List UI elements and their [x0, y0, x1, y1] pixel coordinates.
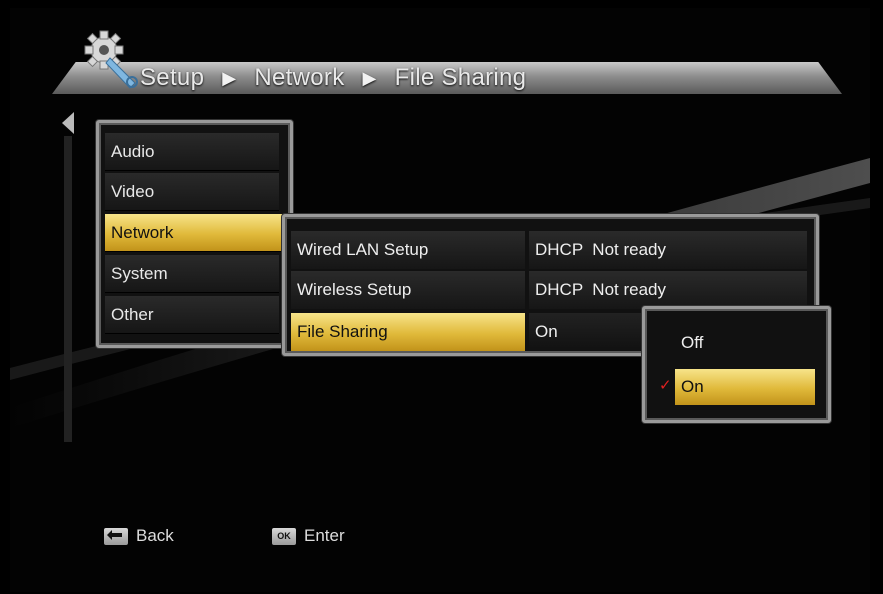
- breadcrumb-network: Network: [254, 64, 345, 91]
- wireless-setup-label: Wireless Setup: [291, 271, 525, 309]
- play-triangle-icon: ▶: [222, 67, 237, 88]
- wired-lan-setup-value: DHCP Not ready: [529, 231, 807, 269]
- menu-item-other[interactable]: Other: [105, 296, 279, 334]
- wireless-setup-value: DHCP Not ready: [529, 271, 807, 309]
- menu-item-network[interactable]: Network: [105, 214, 283, 252]
- back-hint[interactable]: Back: [104, 525, 174, 547]
- menu-item-audio[interactable]: Audio: [105, 133, 279, 171]
- breadcrumb-file-sharing: File Sharing: [394, 64, 527, 91]
- setup-gear-icon: [84, 30, 138, 89]
- submenu-row-wired-lan[interactable]: Wired LAN Setup DHCP Not ready: [291, 231, 807, 269]
- file-sharing-option-popup: Off ✓ On: [642, 306, 831, 423]
- scroll-up-indicator: [62, 112, 74, 442]
- submenu-row-wireless[interactable]: Wireless Setup DHCP Not ready: [291, 271, 807, 309]
- checkmark-icon: ✓: [659, 377, 672, 394]
- enter-label: Enter: [304, 526, 345, 545]
- menu-item-system[interactable]: System: [105, 255, 279, 293]
- back-arrow-icon: [104, 527, 128, 545]
- main-menu-panel: Audio Video Network System Other: [96, 120, 293, 348]
- enter-hint[interactable]: OK Enter: [272, 525, 345, 547]
- wired-lan-setup-label: Wired LAN Setup: [291, 231, 525, 269]
- back-label: Back: [136, 526, 174, 545]
- play-triangle-icon: ▶: [362, 67, 377, 88]
- file-sharing-label: File Sharing: [291, 313, 525, 351]
- breadcrumb: Setup ▶ Network ▶ File Sharing: [140, 63, 526, 93]
- ok-key-icon: OK: [272, 527, 296, 545]
- option-off[interactable]: Off: [675, 325, 815, 361]
- option-on[interactable]: On: [675, 369, 815, 405]
- breadcrumb-setup: Setup: [140, 64, 205, 91]
- menu-item-video[interactable]: Video: [105, 173, 279, 211]
